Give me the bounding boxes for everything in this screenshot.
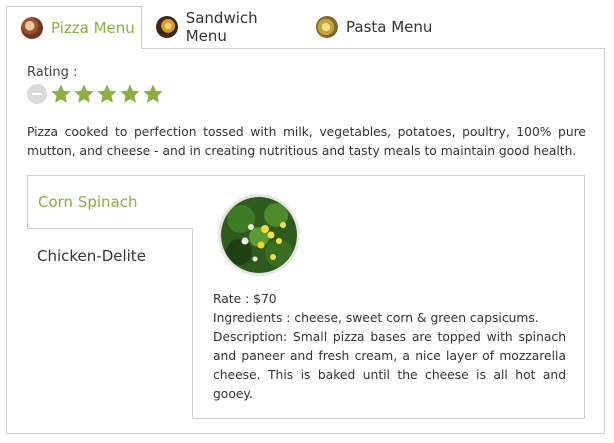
item-details: Rate : $70 Ingredients : cheese, sweet c… bbox=[213, 290, 566, 404]
minus-circle-icon[interactable] bbox=[27, 84, 47, 104]
star-icon[interactable] bbox=[96, 83, 118, 105]
sandwich-icon bbox=[156, 16, 178, 38]
pasta-icon bbox=[316, 16, 338, 38]
star-icon[interactable] bbox=[142, 83, 164, 105]
item-description: Description: Small pizza bases are toppe… bbox=[213, 330, 566, 401]
star-icon[interactable] bbox=[50, 83, 72, 105]
tab-pizza-menu[interactable]: Pizza Menu bbox=[6, 6, 142, 49]
corn-spinach-pizza-photo bbox=[218, 194, 300, 276]
item-tabs: Corn Spinach Chicken-Delite Rate: $70 I… bbox=[27, 175, 585, 419]
tab-sandwich-menu[interactable]: Sandwich Menu bbox=[142, 6, 302, 48]
star-icon[interactable] bbox=[119, 83, 141, 105]
item-tab-list: Corn Spinach Chicken-Delite bbox=[27, 175, 193, 419]
item-detail-panel: Rate : $70 Ingredients : cheese, sweet c… bbox=[192, 175, 585, 419]
menu-description: Pizza cooked to perfection tossed with m… bbox=[27, 125, 586, 158]
menu-tabs: Pizza Menu Sandwich Menu Pasta Menu bbox=[0, 6, 614, 49]
pizza-icon bbox=[21, 17, 43, 39]
tab-pasta-menu[interactable]: Pasta Menu bbox=[302, 6, 442, 48]
item-rate: Rate : $70 bbox=[213, 292, 277, 306]
tab-label: Pizza Menu bbox=[51, 19, 135, 37]
item-ingredients: Ingredients : cheese, sweet corn & green… bbox=[213, 311, 539, 325]
star-rating[interactable] bbox=[27, 83, 164, 105]
tab-corn-spinach[interactable]: Corn Spinach bbox=[27, 175, 193, 229]
tab-panel: Rating : Pizza cooked to perfection toss… bbox=[6, 48, 605, 434]
tab-label: Sandwich Menu bbox=[185, 9, 258, 45]
rating-label: Rating : bbox=[27, 65, 78, 80]
tab-chicken-delite[interactable]: Chicken-Delite bbox=[27, 229, 192, 283]
tab-label: Pasta Menu bbox=[346, 18, 433, 36]
star-icon[interactable] bbox=[73, 83, 95, 105]
